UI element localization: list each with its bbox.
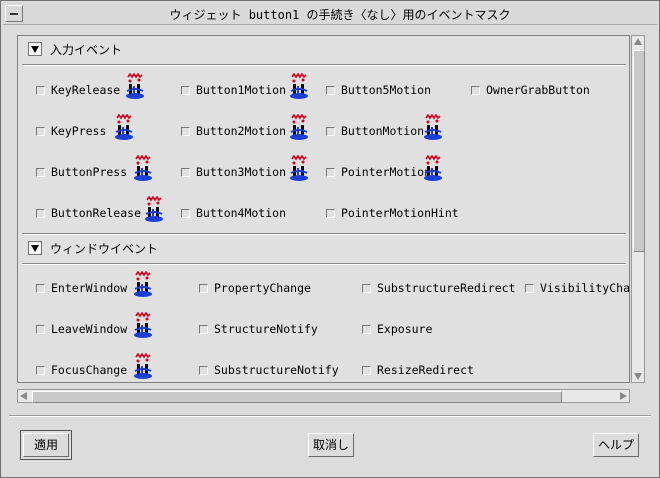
section-divider [22, 64, 626, 66]
checkbox-leave-window[interactable] [36, 325, 45, 334]
apply-button[interactable]: 適用 [20, 430, 72, 460]
help-button[interactable]: ヘルプ [593, 433, 639, 457]
section-label: 入力イベント [50, 43, 123, 57]
horizontal-scrollbar[interactable] [17, 389, 630, 403]
checkbox-substructure-notify[interactable] [199, 366, 208, 375]
event-label: StructureNotify [214, 322, 318, 336]
event-label: PropertyChange [214, 281, 311, 295]
event-label: Button1Motion [196, 83, 287, 97]
event-label: ButtonPress [51, 165, 128, 179]
checkbox-substructure-redirect[interactable] [362, 284, 371, 293]
event-label: PointerMotion [341, 165, 432, 179]
checkbox-button-release[interactable] [36, 209, 45, 218]
checkbox-enter-window[interactable] [36, 284, 45, 293]
checkbox-resize-redirect[interactable] [362, 366, 371, 375]
event-label: LeaveWindow [51, 322, 128, 336]
window-title: ウィジェット button1 の手続き〈なし〉用のイベントマスク [169, 8, 511, 22]
callback-set-icon [422, 113, 444, 142]
checkbox-structure-notify[interactable] [199, 325, 208, 334]
checkbox-button3-motion[interactable] [181, 168, 190, 177]
section-divider [22, 263, 626, 265]
callback-set-icon [288, 154, 310, 183]
vertical-scroll-thumb[interactable] [633, 50, 645, 252]
checkbox-focus-change[interactable] [36, 366, 45, 375]
checkbox-exposure[interactable] [362, 325, 371, 334]
scroll-left-icon[interactable] [20, 392, 27, 400]
checkbox-pointer-motion-hint[interactable] [326, 209, 335, 218]
scroll-right-icon[interactable] [620, 392, 627, 400]
callback-set-icon [132, 270, 154, 299]
checkbox-owner-grab-button[interactable] [471, 86, 480, 95]
callback-set-icon [124, 72, 146, 101]
event-label: Button3Motion [196, 165, 287, 179]
window-menu-icon [10, 13, 18, 15]
event-label: KeyRelease [51, 83, 121, 97]
checkbox-property-change[interactable] [199, 284, 208, 293]
event-list-panel: 入力イベント KeyRelease Button1Motion Button5Mot… [17, 35, 630, 383]
callback-set-icon [132, 311, 154, 340]
checkbox-key-release[interactable] [36, 86, 45, 95]
callback-set-icon [288, 72, 310, 101]
checkbox-button-motion[interactable] [326, 127, 335, 136]
scroll-down-icon[interactable] [634, 373, 642, 380]
event-label: FocusChange [51, 363, 128, 377]
callback-set-icon [132, 154, 154, 183]
checkbox-button4-motion[interactable] [181, 209, 190, 218]
checkbox-button2-motion[interactable] [181, 127, 190, 136]
collapse-toggle-icon[interactable] [28, 42, 42, 56]
event-label: ButtonRelease [51, 206, 142, 220]
event-label: KeyPress [51, 124, 107, 138]
checkbox-button1-motion[interactable] [181, 86, 190, 95]
event-label: Button4Motion [196, 206, 287, 220]
callback-set-icon [422, 154, 444, 183]
callback-set-icon [132, 352, 154, 381]
callback-set-icon [143, 195, 165, 224]
scroll-up-icon[interactable] [634, 38, 642, 45]
event-label: VisibilityChange [540, 281, 630, 295]
event-label: ResizeRedirect [377, 363, 474, 377]
event-label: SubstructureRedirect [377, 281, 516, 295]
cancel-button[interactable]: 取消し [308, 433, 354, 457]
horizontal-scroll-thumb[interactable] [32, 391, 562, 403]
section-label: ウィンドウイベント [50, 242, 159, 256]
event-mask-dialog: ウィジェット button1 の手続き〈なし〉用のイベントマスク 入力イベント … [0, 0, 660, 478]
checkbox-key-press[interactable] [36, 127, 45, 136]
checkbox-button-press[interactable] [36, 168, 45, 177]
checkbox-visibility-change[interactable] [525, 284, 534, 293]
event-label: OwnerGrabButton [486, 83, 590, 97]
event-label: PointerMotionHint [341, 206, 459, 220]
event-label: EnterWindow [51, 281, 128, 295]
event-label: Exposure [377, 322, 433, 336]
checkbox-pointer-motion[interactable] [326, 168, 335, 177]
collapse-toggle-icon[interactable] [28, 241, 42, 255]
button-area-divider [9, 415, 651, 417]
section-header-window-events: ウィンドウイベント [18, 235, 629, 259]
event-label: Button2Motion [196, 124, 287, 138]
vertical-scrollbar[interactable] [631, 35, 645, 383]
title-bar: ウィジェット button1 の手続き〈なし〉用のイベントマスク [3, 3, 657, 25]
section-header-input-events: 入力イベント [18, 36, 629, 60]
callback-set-icon [113, 113, 135, 142]
event-label: SubstructureNotify [214, 363, 339, 377]
event-label: Button5Motion [341, 83, 432, 97]
window-menu-button[interactable] [5, 5, 23, 22]
event-label: ButtonMotion [341, 124, 425, 138]
checkbox-button5-motion[interactable] [326, 86, 335, 95]
callback-set-icon [288, 113, 310, 142]
